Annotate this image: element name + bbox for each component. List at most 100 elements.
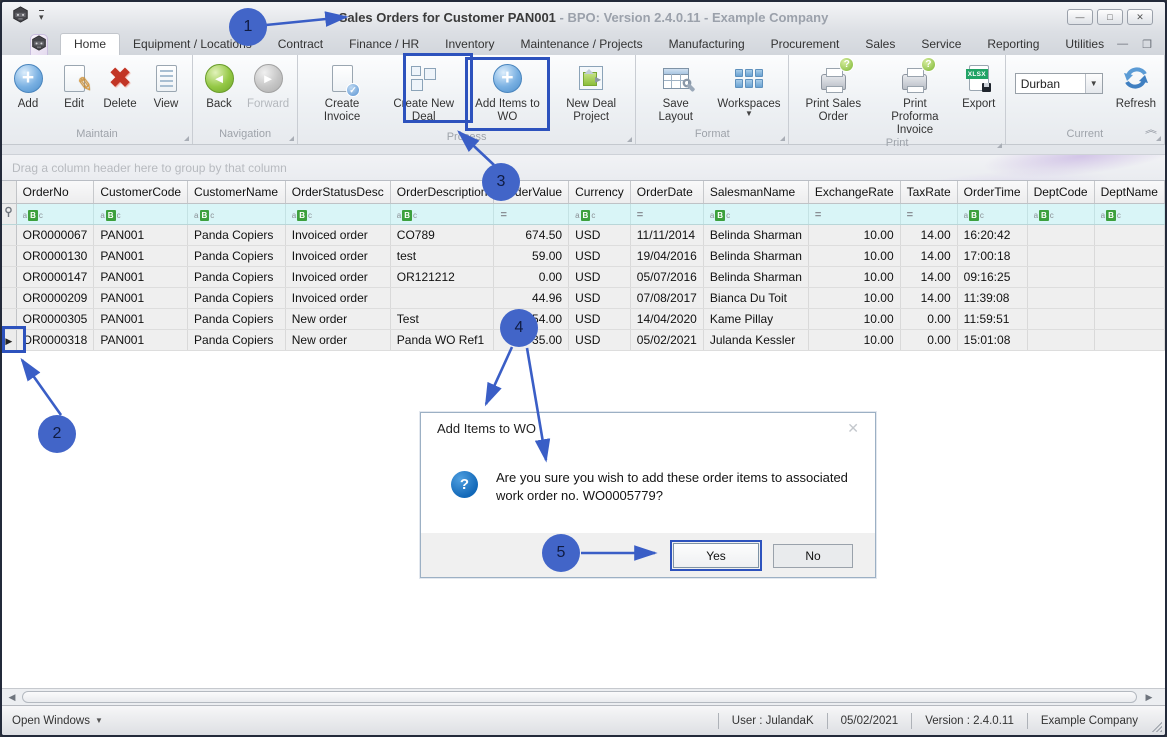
order-row-OR0000209[interactable]: OR0000209 PAN001 Panda Copiers Invoiced ord… [2,287,1165,309]
ribbon-button-create-invoice[interactable]: ✓ Create Invoice [301,59,383,124]
filter-cell-customercode[interactable]: aBc [93,203,189,225]
filter-cell-taxrate[interactable]: = [900,203,958,225]
scroll-right-icon[interactable]: ▶ [1141,689,1157,705]
group-dialog-launcher-icon[interactable] [289,136,295,141]
cell-orderdescription: OR121212 [390,266,495,288]
column-header-currency[interactable]: Currency [568,181,631,204]
filter-cell-customername[interactable]: aBc [187,203,286,225]
row-indicator-header [2,181,17,204]
combo-value: Durban [1020,76,1061,91]
close-button[interactable]: ✕ [1127,9,1153,25]
column-header-ordertime[interactable]: OrderTime [957,181,1028,204]
tab-maintenance-projects[interactable]: Maintenance / Projects [508,34,656,55]
tab-procurement[interactable]: Procurement [758,34,853,55]
tab-reporting[interactable]: Reporting [974,34,1052,55]
filter-cell-deptname[interactable]: aBc [1094,203,1165,225]
order-row-OR0000130[interactable]: OR0000130 PAN001 Panda Copiers Invoiced ord… [2,245,1165,267]
dialog-message: Are you sure you wish to add these order… [496,470,848,503]
cell-customercode: PAN001 [93,308,189,330]
column-header-orderno[interactable]: OrderNo [16,181,95,204]
column-header-orderdate[interactable]: OrderDate [630,181,704,204]
filter-cell-ordertime[interactable]: aBc [957,203,1028,225]
app-logo-icon [31,34,47,56]
filter-cell-orderdate[interactable]: = [630,203,704,225]
ribbon-group-maintain: + Add ✎ Edit ✖ Delete View Maintain [2,55,193,144]
column-header-exchangerate[interactable]: ExchangeRate [808,181,901,204]
filter-cell-orderdescription[interactable]: aBc [390,203,495,225]
printer-question-icon: ? [815,57,855,95]
tab-service[interactable]: Service [908,34,974,55]
ribbon-button-add[interactable]: + Add [5,59,51,111]
ribbon-button-print-proforma-invoice[interactable]: ? Print Proforma Invoice [874,57,956,137]
order-row-OR0000318[interactable]: ▶ OR0000318 PAN001 Panda Copiers New order Pa… [2,329,1165,351]
cell-orderdate: 19/04/2016 [630,245,704,267]
ribbon-button-workspaces[interactable]: Workspaces ▼ [712,59,785,118]
scroll-left-icon[interactable]: ◀ [4,689,20,705]
tab-finance-hr[interactable]: Finance / HR [336,34,432,55]
no-button[interactable]: No [773,544,853,568]
group-dialog-launcher-icon[interactable] [780,136,786,141]
column-header-orderdescription[interactable]: OrderDescription [390,181,495,204]
maximize-button[interactable]: □ [1097,9,1123,25]
ribbon-button-new-deal-project[interactable]: New Deal Project [550,59,632,124]
tab-sales[interactable]: Sales [852,34,908,55]
application-menu-button[interactable] [30,34,48,55]
column-header-salesmanname[interactable]: SalesmanName [703,181,809,204]
open-windows-button[interactable]: Open Windows ▼ [12,715,103,727]
group-dialog-launcher-icon[interactable] [1156,136,1161,141]
filter-cell-orderno[interactable]: aBc [16,203,95,225]
ribbon-button-refresh[interactable]: Refresh [1111,59,1161,111]
ribbon-button-delete[interactable]: ✖ Delete [97,59,143,111]
group-dialog-launcher-icon[interactable] [627,137,632,142]
tab-contract[interactable]: Contract [265,34,336,55]
minimize-button[interactable]: — [1067,9,1093,25]
cell-customername: Panda Copiers [187,266,286,288]
column-header-customercode[interactable]: CustomerCode [93,181,189,204]
mdi-minimize-icon[interactable]: — [1117,38,1128,51]
ribbon-button-export[interactable]: XLSX Export [956,59,1002,111]
filter-cell-deptcode[interactable]: aBc [1027,203,1095,225]
column-header-customername[interactable]: CustomerName [187,181,286,204]
cell-customername: Panda Copiers [187,287,286,309]
group-dialog-launcher-icon[interactable] [184,136,189,141]
ribbon-button-edit[interactable]: ✎ Edit [51,59,97,111]
cell-exchangerate: 10.00 [808,329,901,351]
order-row-OR0000067[interactable]: OR0000067 PAN001 Panda Copiers Invoiced ord… [2,224,1165,246]
filter-cell-salesmanname[interactable]: aBc [703,203,809,225]
combo-dropdown-icon[interactable]: ▼ [1084,74,1102,93]
cell-orderno: OR0000147 [16,266,95,288]
app-window: Sales Orders for Customer PAN001 - BPO: … [0,0,1167,737]
mdi-restore-icon[interactable]: ❐ [1142,38,1152,51]
filter-cell-currency[interactable]: aBc [568,203,631,225]
tab-utilities[interactable]: Utilities [1052,34,1117,55]
current-branch-combo[interactable]: Durban ▼ [1014,73,1103,94]
group-dialog-launcher-icon[interactable] [996,143,1002,148]
ribbon-button-add-items-to-wo[interactable]: + Add Items to WO [464,57,551,131]
horizontal-scrollbar[interactable]: ◀ ▶ [2,688,1165,705]
filter-cell-orderstatusdesc[interactable]: aBc [285,203,391,225]
ribbon-button-print-sales-order[interactable]: ? Print Sales Order [792,57,874,124]
column-header-taxrate[interactable]: TaxRate [900,181,958,204]
scrollbar-thumb[interactable] [22,691,1137,703]
dialog-close-icon[interactable]: ✕ [847,420,859,437]
column-header-deptcode[interactable]: DeptCode [1027,181,1095,204]
column-header-orderstatusdesc[interactable]: OrderStatusDesc [285,181,391,204]
ribbon-button-label: View [153,98,179,110]
filter-cell-exchangerate[interactable]: = [808,203,901,225]
tab-home[interactable]: Home [60,33,121,55]
ribbon-button-view[interactable]: View [143,59,189,111]
order-row-OR0000305[interactable]: OR0000305 PAN001 Panda Copiers New order Tes… [2,308,1165,330]
ribbon-button-save-layout[interactable]: Save Layout [639,59,712,124]
ribbon-button-label: Back [206,98,232,110]
tab-inventory[interactable]: Inventory [432,34,507,55]
resize-grip[interactable] [1152,722,1162,732]
collapse-ribbon-icon[interactable]: ︽ [1145,123,1157,137]
yes-button[interactable]: Yes [670,540,762,571]
column-header-deptname[interactable]: DeptName [1094,181,1165,204]
order-row-OR0000147[interactable]: OR0000147 PAN001 Panda Copiers Invoiced ord… [2,266,1165,288]
ribbon-button-back[interactable]: ◄ Back [196,59,242,111]
tab-manufacturing[interactable]: Manufacturing [656,34,758,55]
ribbon-group-label-text: Maintain [76,128,118,140]
filter-cell-ordervalue[interactable]: = [493,203,570,225]
cell-orderdescription [390,287,495,309]
